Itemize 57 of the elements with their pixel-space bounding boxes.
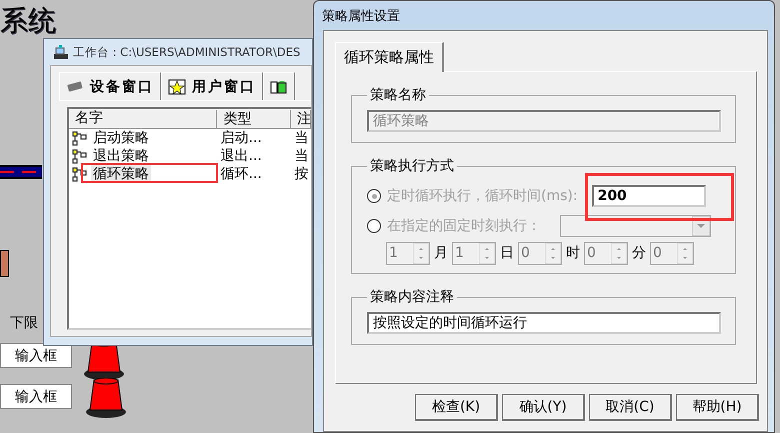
flow-icon: [72, 148, 87, 164]
comment-field[interactable]: 按照设定的时间循环运行: [367, 312, 721, 334]
tab[interactable]: 用户窗口: [161, 72, 263, 100]
spin-field[interactable]: 1: [452, 242, 496, 264]
unit-label: 月: [434, 244, 448, 262]
option-label: 在指定的固定时刻执行：: [387, 217, 541, 235]
spin-field[interactable]: 0: [650, 242, 694, 264]
input-box[interactable]: 输入框: [0, 384, 72, 409]
canvas-label: 下限: [10, 314, 38, 332]
dialog-button[interactable]: 检查(K): [415, 394, 498, 421]
list-item[interactable]: 启动策略: [91, 129, 151, 147]
table-cell-text: 启动...: [220, 129, 263, 147]
input-box[interactable]: 输入框: [0, 343, 72, 368]
dialog-button[interactable]: 帮助(H): [676, 394, 759, 421]
option-label: 定时循环执行，循环时间(ms):: [387, 187, 578, 205]
spin-field[interactable]: 1: [386, 242, 430, 264]
pipe-drawing: [0, 165, 42, 179]
tab[interactable]: 设备窗口: [59, 72, 161, 100]
interval-field[interactable]: 200: [592, 185, 706, 207]
flow-icon: [72, 166, 87, 182]
star-icon: [168, 78, 186, 94]
unit-label: 时: [566, 244, 580, 262]
window-title: 工作台 : C:\USERS\ADMINISTRATOR\DES: [73, 44, 300, 60]
spin-field[interactable]: 0: [584, 242, 628, 264]
spinner-icon: [545, 242, 561, 264]
workbench-icon: [52, 44, 70, 60]
block-drawing: [0, 250, 9, 277]
spinner-icon: [413, 242, 429, 264]
table-cell-text: 当: [293, 147, 310, 165]
cone-drawing: [85, 378, 128, 419]
chip-icon: [66, 78, 84, 94]
title-text: 系统: [0, 3, 56, 39]
spinner-icon: [677, 242, 693, 264]
spinner-icon: [611, 242, 627, 264]
time-dropdown[interactable]: [560, 215, 711, 237]
tab[interactable]: [263, 72, 295, 100]
group-title: 策略内容注释: [369, 288, 455, 306]
column-header[interactable]: 注: [291, 110, 311, 128]
spin-field[interactable]: 0: [518, 242, 562, 264]
table-cell-text: 退出...: [220, 147, 263, 165]
column-header[interactable]: 名字: [69, 110, 218, 128]
database-icon: [270, 78, 288, 94]
dialog-button[interactable]: 取消(C): [589, 394, 672, 421]
group-title: 策略名称: [369, 86, 427, 104]
tab[interactable]: 循环策略属性: [335, 42, 444, 72]
flow-icon: [72, 130, 87, 146]
unit-label: 分: [632, 244, 646, 262]
table-cell-text: 当: [293, 129, 310, 147]
dialog-button[interactable]: 确认(Y): [502, 394, 585, 421]
spinner-icon: [479, 242, 495, 264]
unit-label: 日: [500, 244, 514, 262]
list-item[interactable]: 退出策略: [91, 147, 151, 165]
column-header[interactable]: 类型: [217, 110, 291, 128]
table-cell-text: 按: [293, 165, 310, 183]
group-title: 策略执行方式: [369, 157, 455, 175]
dialog-title: 策略属性设置: [321, 8, 401, 26]
table-cell-text: 循环...: [220, 165, 263, 183]
